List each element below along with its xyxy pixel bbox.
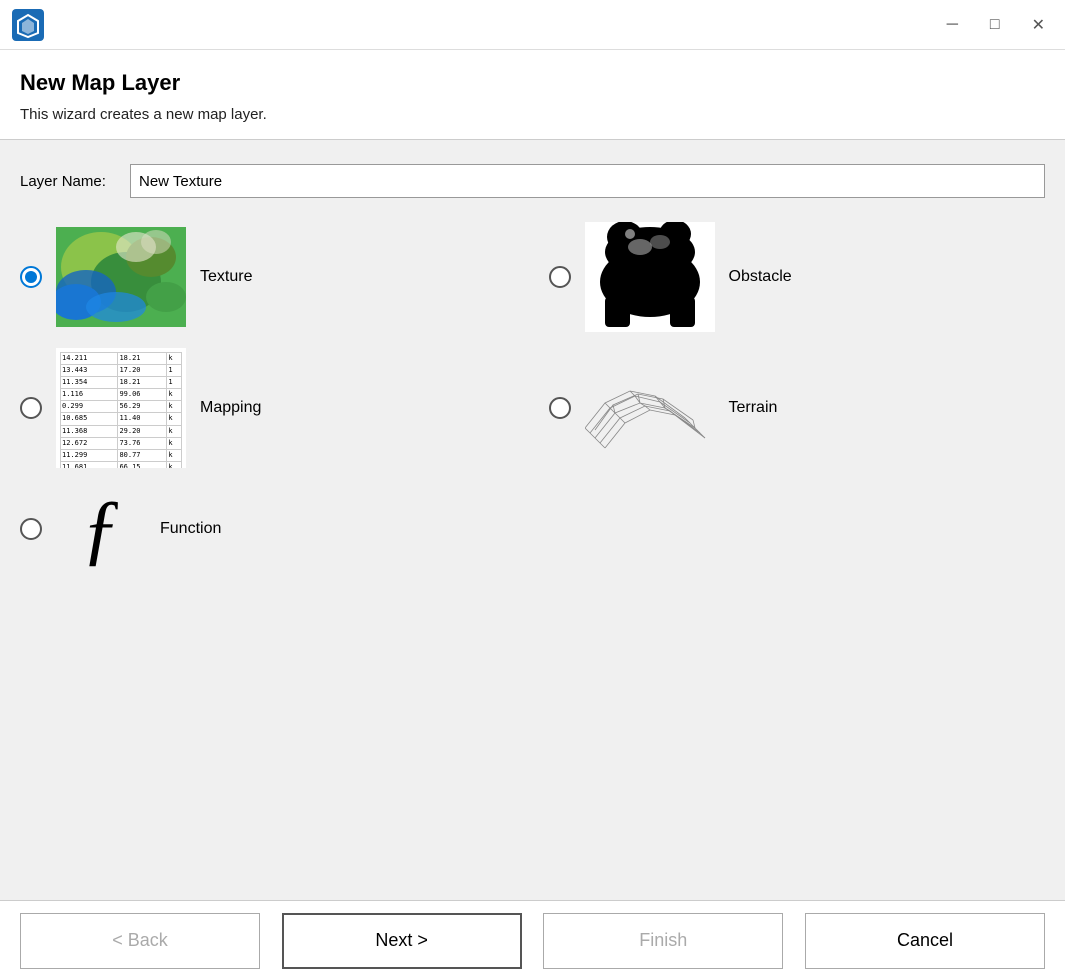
- finish-button[interactable]: Finish: [543, 913, 783, 969]
- footer: < Back Next > Finish Cancel: [0, 900, 1065, 980]
- layer-name-input[interactable]: [130, 164, 1045, 198]
- title-bar: ─ □ ✕: [0, 0, 1065, 50]
- layer-name-label: Layer Name:: [20, 173, 130, 190]
- texture-label: Texture: [200, 268, 252, 286]
- function-image: ƒ: [56, 484, 146, 574]
- next-button[interactable]: Next >: [282, 913, 522, 969]
- cancel-button[interactable]: Cancel: [805, 913, 1045, 969]
- function-label: Function: [160, 520, 221, 538]
- function-radio[interactable]: [20, 518, 42, 540]
- terrain-label: Terrain: [729, 399, 778, 417]
- header-section: New Map Layer This wizard creates a new …: [0, 50, 1065, 140]
- terrain-image: [585, 358, 715, 458]
- mapping-radio[interactable]: [20, 397, 42, 419]
- page-subtitle: This wizard creates a new map layer.: [20, 106, 1045, 123]
- texture-svg: [56, 227, 186, 327]
- obstacle-radio[interactable]: [549, 266, 571, 288]
- title-bar-left: [12, 9, 44, 41]
- obstacle-image: [585, 222, 715, 332]
- terrain-option[interactable]: Terrain: [549, 348, 1046, 468]
- mapping-option[interactable]: 14.21118.21k 13.44317.201 11.35418.211 1…: [20, 348, 517, 468]
- main-content: New Map Layer This wizard creates a new …: [0, 50, 1065, 980]
- function-option[interactable]: ƒ Function: [20, 484, 517, 574]
- terrain-svg: [585, 358, 715, 458]
- title-bar-controls: ─ □ ✕: [939, 11, 1053, 39]
- layer-type-grid: Texture: [20, 222, 1045, 574]
- back-button[interactable]: < Back: [20, 913, 260, 969]
- maximize-button[interactable]: □: [982, 12, 1008, 38]
- obstacle-label: Obstacle: [729, 268, 792, 286]
- texture-image: [56, 227, 186, 327]
- obstacle-option[interactable]: Obstacle: [549, 222, 1046, 332]
- texture-option[interactable]: Texture: [20, 222, 517, 332]
- obstacle-svg: [585, 222, 715, 332]
- texture-radio[interactable]: [20, 266, 42, 288]
- terrain-radio[interactable]: [549, 397, 571, 419]
- minimize-button[interactable]: ─: [939, 12, 966, 38]
- app-icon: [12, 9, 44, 41]
- mapping-label: Mapping: [200, 399, 261, 417]
- close-button[interactable]: ✕: [1024, 11, 1053, 39]
- page-title: New Map Layer: [20, 70, 1045, 96]
- layer-name-row: Layer Name:: [20, 164, 1045, 198]
- content-section: Layer Name:: [0, 140, 1065, 900]
- mapping-image: 14.21118.21k 13.44317.201 11.35418.211 1…: [56, 348, 186, 468]
